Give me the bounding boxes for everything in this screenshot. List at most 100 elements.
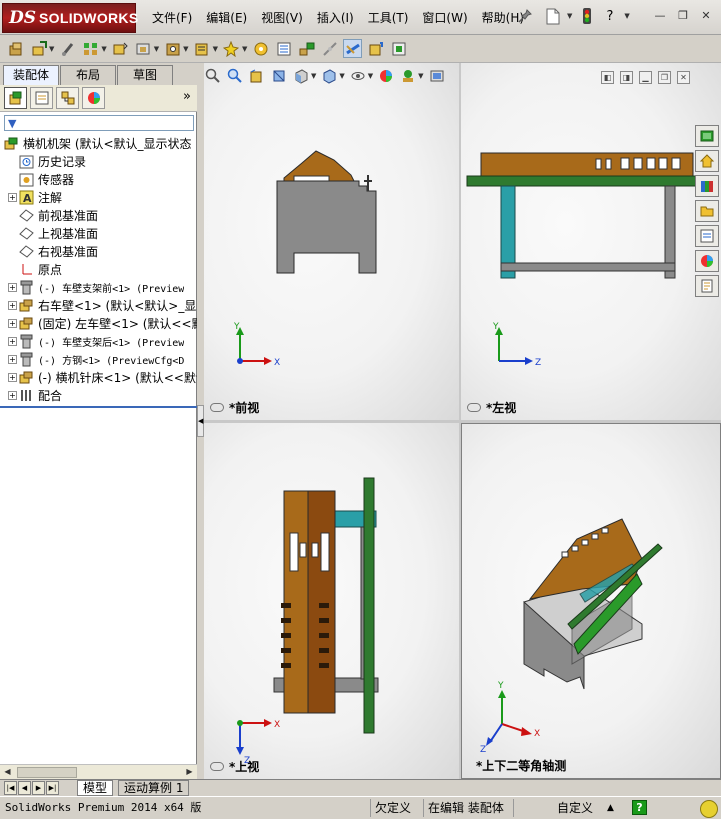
units-caret-icon[interactable]: ▲ bbox=[607, 800, 614, 817]
tree-item[interactable]: 历史记录 bbox=[0, 152, 197, 170]
tab-motion-study[interactable]: 运动算例 1 bbox=[118, 780, 190, 796]
apply-scene-icon[interactable] bbox=[399, 67, 417, 85]
expand-toggle-icon[interactable]: + bbox=[8, 282, 17, 292]
hide-show-caret-icon[interactable]: ▼ bbox=[368, 72, 373, 80]
display-manager-icon[interactable] bbox=[82, 87, 105, 109]
tree-item[interactable]: + (-) 方钢<1> (PreviewCfg<D bbox=[0, 350, 197, 368]
menu-view[interactable]: 视图(V) bbox=[255, 9, 311, 26]
assembly-features-caret-icon[interactable]: ▼ bbox=[183, 45, 188, 53]
tree-filter-field[interactable]: ▼ bbox=[4, 115, 194, 131]
view-palette-icon[interactable] bbox=[695, 225, 719, 247]
tree-item[interactable]: + (固定) 左车壁<1> (默认<<默 bbox=[0, 314, 197, 332]
custom-properties-icon[interactable] bbox=[695, 275, 719, 297]
view-orientation-caret-icon[interactable]: ▼ bbox=[311, 72, 316, 80]
tree-root[interactable]: 横机机架 (默认<默认_显示状态 bbox=[0, 134, 197, 152]
reference-geometry-icon[interactable] bbox=[222, 39, 241, 58]
menu-file[interactable]: 文件(F) bbox=[146, 9, 200, 26]
insert-component-caret-icon[interactable]: ▼ bbox=[49, 45, 54, 53]
tree-item[interactable]: + 右车壁<1> (默认<默认>_显示 bbox=[0, 296, 197, 314]
help-status-icon[interactable]: ? bbox=[632, 800, 647, 815]
viewport-left[interactable]: Y Z *左视 bbox=[461, 63, 721, 420]
panel-collapse-handle[interactable]: ◀ bbox=[197, 405, 204, 437]
viewport-link-left-icon[interactable]: ◧ bbox=[601, 71, 614, 84]
snapshot-icon[interactable] bbox=[389, 39, 408, 58]
home-icon[interactable] bbox=[695, 150, 719, 172]
tab-model[interactable]: 模型 bbox=[77, 780, 114, 796]
new-motion-study-icon[interactable] bbox=[251, 39, 270, 58]
status-indicator-icon[interactable] bbox=[700, 800, 718, 818]
show-hidden-icon[interactable] bbox=[134, 39, 153, 58]
tree-item[interactable]: 传感器 bbox=[0, 170, 197, 188]
last-tab-icon[interactable]: ▶| bbox=[46, 781, 59, 795]
edit-appearance-icon[interactable] bbox=[377, 67, 395, 85]
viewport-isometric[interactable]: Y X Z *上下二等角轴测 bbox=[461, 423, 721, 779]
design-library-icon[interactable] bbox=[695, 175, 719, 197]
bill-of-materials-icon[interactable] bbox=[274, 39, 293, 58]
viewport-minimize-icon[interactable]: ▁ bbox=[639, 71, 652, 84]
tree-item[interactable]: + (-) 车壁支架前<1> (Preview bbox=[0, 278, 197, 296]
tree-item[interactable]: + A 注解 bbox=[0, 188, 197, 206]
rebuild-traffic-light-icon[interactable] bbox=[578, 7, 595, 25]
menu-tools[interactable]: 工具(T) bbox=[362, 9, 417, 26]
reference-geometry-caret-icon[interactable]: ▼ bbox=[213, 45, 218, 53]
tab-sketch[interactable]: 草图 bbox=[117, 65, 173, 85]
pin-menu-icon[interactable] bbox=[518, 9, 532, 27]
more-tabs-icon[interactable]: » bbox=[183, 89, 191, 104]
scroll-right-icon[interactable]: ▶ bbox=[182, 765, 197, 779]
minimize-icon[interactable]: — bbox=[652, 8, 668, 24]
tree-item[interactable]: + 配合 bbox=[0, 386, 197, 404]
display-style-caret-icon[interactable]: ▼ bbox=[339, 72, 344, 80]
view-orientation-icon[interactable] bbox=[292, 67, 310, 85]
insert-component-icon[interactable] bbox=[29, 39, 48, 58]
display-style-icon[interactable] bbox=[320, 67, 338, 85]
tab-assembly[interactable]: 装配体 bbox=[3, 65, 59, 85]
expand-toggle-icon[interactable]: + bbox=[8, 354, 17, 364]
configuration-icon[interactable] bbox=[56, 87, 79, 109]
previous-tab-icon[interactable]: ◀ bbox=[18, 781, 31, 795]
previous-view-icon[interactable] bbox=[248, 67, 266, 85]
instant-3d-icon[interactable] bbox=[366, 39, 385, 58]
new-document-icon[interactable] bbox=[544, 7, 561, 25]
solidworks-resources-icon[interactable] bbox=[695, 125, 719, 147]
viewport-link-right-icon[interactable]: ◨ bbox=[620, 71, 633, 84]
restore-icon[interactable]: ❐ bbox=[675, 8, 691, 24]
viewport-close-icon[interactable]: ✕ bbox=[677, 71, 690, 84]
view-settings-icon[interactable] bbox=[428, 67, 446, 85]
expand-toggle-icon[interactable]: + bbox=[8, 372, 17, 382]
viewport-top[interactable]: X Z *上视 bbox=[204, 423, 459, 779]
zoom-to-fit-icon[interactable] bbox=[204, 67, 222, 85]
smart-fasteners-icon[interactable] bbox=[193, 39, 212, 58]
tree-item[interactable]: 原点 bbox=[0, 260, 197, 278]
menu-edit[interactable]: 编辑(E) bbox=[200, 9, 255, 26]
tree-item[interactable]: 右视基准面 bbox=[0, 242, 197, 260]
ref-caret-icon[interactable]: ▼ bbox=[242, 45, 247, 53]
new-dropdown-caret-icon[interactable]: ▼ bbox=[567, 12, 572, 20]
tree-item[interactable]: 上视基准面 bbox=[0, 224, 197, 242]
propertymanager-icon[interactable] bbox=[30, 87, 53, 109]
menu-insert[interactable]: 插入(I) bbox=[311, 9, 362, 26]
first-tab-icon[interactable]: |◀ bbox=[4, 781, 17, 795]
assembly-icon[interactable] bbox=[6, 39, 25, 58]
horizontal-scrollbar[interactable]: ◀ ▶ bbox=[0, 764, 197, 779]
expand-toggle-icon[interactable]: + bbox=[8, 336, 17, 346]
move-component-icon[interactable] bbox=[111, 39, 130, 58]
expand-toggle-icon[interactable]: + bbox=[8, 300, 17, 310]
menu-window[interactable]: 窗口(W) bbox=[416, 9, 475, 26]
exploded-view-icon[interactable] bbox=[297, 39, 316, 58]
featuremanager-icon[interactable] bbox=[4, 87, 27, 109]
next-tab-icon[interactable]: ▶ bbox=[32, 781, 45, 795]
interference-icon[interactable] bbox=[343, 39, 363, 58]
link-views-icon[interactable] bbox=[210, 403, 224, 412]
help-dropdown-caret-icon[interactable]: ▼ bbox=[624, 12, 629, 20]
show-hidden-caret-icon[interactable]: ▼ bbox=[154, 45, 159, 53]
link-views-icon[interactable] bbox=[210, 762, 224, 771]
tree-item[interactable]: + (-) 车壁支架后<1> (Preview bbox=[0, 332, 197, 350]
expand-toggle-icon[interactable]: + bbox=[8, 390, 17, 400]
link-views-icon[interactable] bbox=[467, 403, 481, 412]
scroll-thumb[interactable] bbox=[17, 766, 77, 778]
tree-item[interactable]: 前视基准面 bbox=[0, 206, 197, 224]
section-view-icon[interactable] bbox=[270, 67, 288, 85]
pattern-caret-icon[interactable]: ▼ bbox=[101, 45, 106, 53]
mate-icon[interactable] bbox=[58, 39, 77, 58]
help-icon[interactable]: ? bbox=[601, 7, 618, 25]
